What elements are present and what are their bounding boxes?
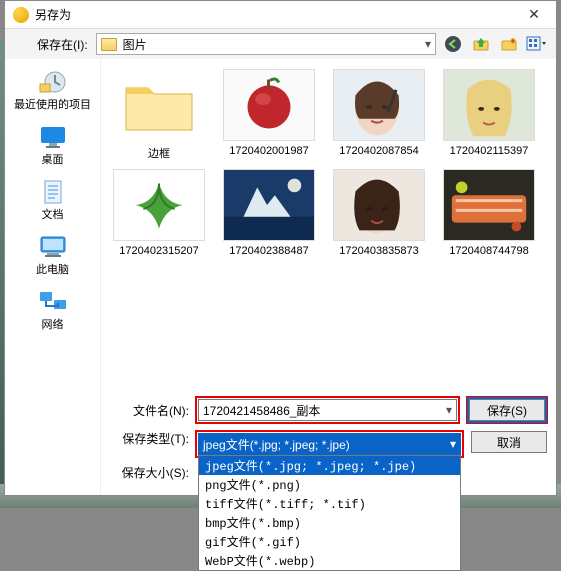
current-folder: 图片 <box>123 36 147 53</box>
chevron-down-icon: ▾ <box>425 37 431 51</box>
file-item[interactable]: 1720408744798 <box>439 169 539 257</box>
network-icon <box>37 288 69 316</box>
new-folder-button[interactable] <box>498 33 520 55</box>
titlebar: 另存为 ✕ <box>5 1 556 29</box>
folder-icon <box>101 38 117 51</box>
file-item[interactable]: 1720402115397 <box>439 69 539 161</box>
filetype-dropdown: jpeg文件(*.jpg; *.jpeg; *.jpe) png文件(*.png… <box>198 455 461 571</box>
filetype-option[interactable]: gif文件(*.gif) <box>199 532 460 551</box>
sidebar-item-documents[interactable]: 文档 <box>10 175 96 224</box>
image-thumbnail <box>443 69 535 141</box>
filename-label: 文件名(N): <box>109 402 189 419</box>
desktop-icon <box>37 123 69 151</box>
chevron-down-icon: ▾ <box>450 437 456 451</box>
filetype-option[interactable]: png文件(*.png) <box>199 475 460 494</box>
image-thumbnail <box>333 69 425 141</box>
location-toolbar: 保存在(I): 图片 ▾ <box>5 29 556 59</box>
save-in-combo[interactable]: 图片 ▾ <box>96 33 436 55</box>
file-browser[interactable]: 边框 1720402001987 1720402087854 172040211… <box>101 59 556 392</box>
filetype-option[interactable]: WebP文件(*.webp) <box>199 551 460 570</box>
close-icon: ✕ <box>528 6 540 23</box>
filetype-label: 保存类型(T): <box>109 430 189 447</box>
save-in-label: 保存在(I): <box>37 36 88 53</box>
filetype-option[interactable]: jpeg文件(*.jpg; *.jpeg; *.jpe) <box>199 456 460 475</box>
sidebar-item-desktop[interactable]: 桌面 <box>10 120 96 169</box>
window-title: 另存为 <box>35 6 514 23</box>
computer-icon <box>37 233 69 261</box>
sidebar-item-thispc[interactable]: 此电脑 <box>10 230 96 279</box>
file-item[interactable]: 1720402388487 <box>219 169 319 257</box>
image-thumbnail <box>223 69 315 141</box>
chevron-down-icon: ▾ <box>446 403 452 417</box>
save-button[interactable]: 保存(S) <box>469 399 545 421</box>
image-thumbnail <box>333 169 425 241</box>
image-thumbnail <box>223 169 315 241</box>
recent-icon <box>37 68 69 96</box>
app-icon <box>13 7 29 23</box>
file-item[interactable]: 1720402001987 <box>219 69 319 161</box>
places-sidebar: 最近使用的项目 桌面 文档 此电脑 网络 <box>5 59 101 495</box>
form-area: 文件名(N): 1720421458486_副本 ▾ 保存(S) <box>101 392 556 495</box>
filesize-label: 保存大小(S): <box>109 464 189 481</box>
documents-icon <box>37 178 69 206</box>
file-item[interactable]: 1720403835873 <box>329 169 429 257</box>
close-button[interactable]: ✕ <box>514 1 554 29</box>
image-thumbnail <box>443 169 535 241</box>
back-button[interactable] <box>442 33 464 55</box>
save-as-dialog: 另存为 ✕ 保存在(I): 图片 ▾ 最近使用的项目 <box>4 0 557 496</box>
filetype-option[interactable]: tiff文件(*.tiff; *.tif) <box>199 494 460 513</box>
file-item[interactable]: 1720402087854 <box>329 69 429 161</box>
image-thumbnail <box>113 169 205 241</box>
up-button[interactable] <box>470 33 492 55</box>
filetype-option[interactable]: bmp文件(*.bmp) <box>199 513 460 532</box>
file-item[interactable]: 边框 <box>109 69 209 161</box>
file-item[interactable]: 1720402315207 <box>109 169 209 257</box>
cancel-button[interactable]: 取消 <box>471 431 547 453</box>
view-menu-button[interactable] <box>526 33 548 55</box>
filename-input[interactable]: 1720421458486_副本 ▾ <box>198 399 457 421</box>
sidebar-item-recent[interactable]: 最近使用的项目 <box>10 65 96 114</box>
folder-icon <box>113 69 205 141</box>
sidebar-item-network[interactable]: 网络 <box>10 285 96 334</box>
filetype-combo[interactable]: jpeg文件(*.jpg; *.jpeg; *.jpe) ▾ <box>198 433 461 455</box>
